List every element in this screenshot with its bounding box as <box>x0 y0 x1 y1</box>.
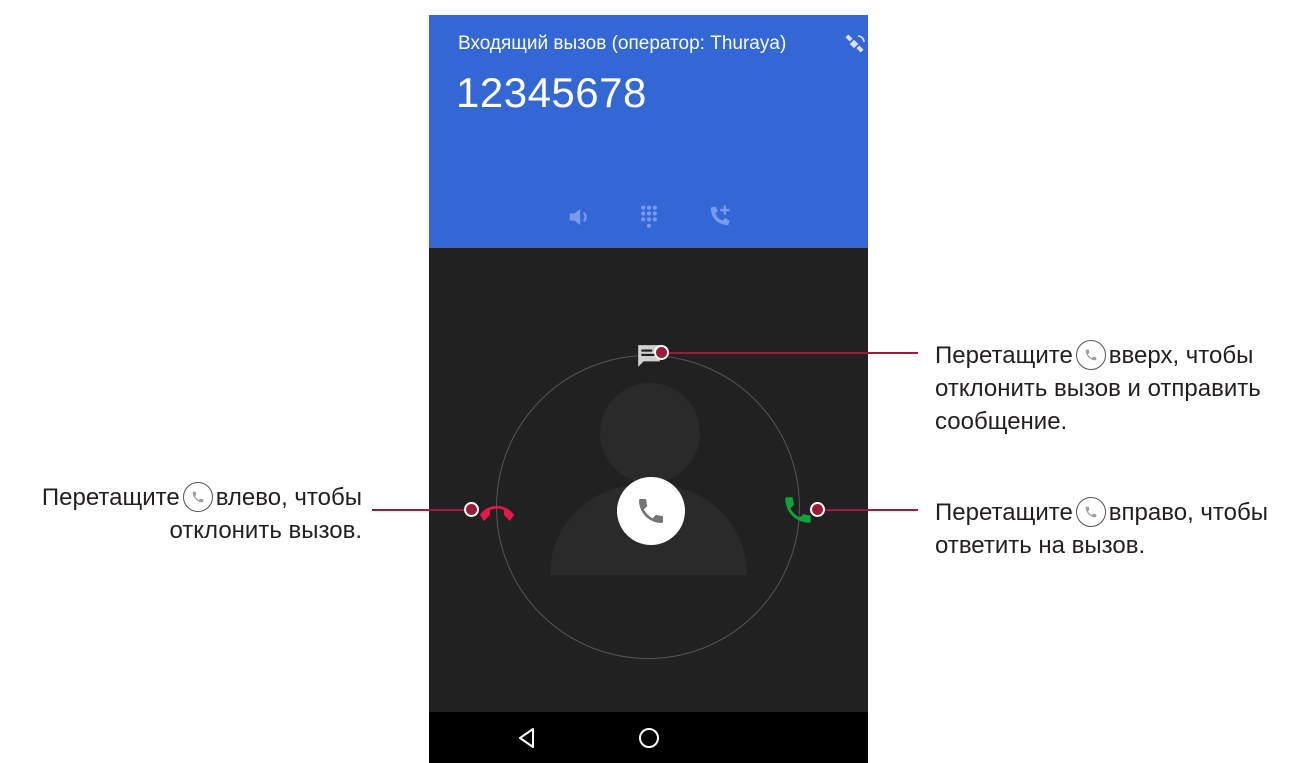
phone-icon <box>182 482 213 512</box>
phone-icon <box>1075 340 1106 370</box>
answer-handle[interactable] <box>617 477 685 545</box>
callout-dot-left <box>464 502 479 517</box>
phone-icon <box>639 499 663 523</box>
callout-dot-top <box>654 345 669 360</box>
home-icon[interactable] <box>637 726 661 750</box>
callout-line-top <box>660 352 918 354</box>
incoming-call-screen: Входящий вызов (оператор: Thuraya) 12345… <box>429 15 868 763</box>
call-status: Входящий вызов (оператор: Thuraya) <box>458 33 787 54</box>
annotation-top-right-line1: Перетащите вверх, чтобы <box>935 340 1254 370</box>
annotation-left: Перетащите влево, чтобы отклонить вызов. <box>0 481 362 547</box>
caller-number: 12345678 <box>456 69 647 116</box>
callout-line-left <box>372 509 472 511</box>
callout-line-right <box>818 509 918 511</box>
avatar <box>600 383 700 483</box>
annotation-top-right: Перетащите вверх, чтобы отклонить вызов и… <box>935 339 1305 438</box>
call-header: Входящий вызов (оператор: Thuraya) 12345… <box>429 15 868 248</box>
satellite-icon <box>845 34 865 53</box>
annotation-right: Перетащите вправо, чтобы ответить на вызо… <box>935 496 1305 562</box>
add-call-icon[interactable] <box>705 203 733 231</box>
speaker-icon[interactable] <box>565 203 593 231</box>
dialpad-icon[interactable] <box>635 203 663 231</box>
navigation-bar <box>429 712 868 763</box>
callout-dot-right <box>810 502 825 517</box>
annotation-left-line1: Перетащите влево, чтобы <box>41 482 362 512</box>
decline-call-icon[interactable] <box>477 497 517 527</box>
annotation-right-line1: Перетащите вправо, чтобы <box>935 497 1268 527</box>
phone-icon <box>1075 497 1106 527</box>
back-icon[interactable] <box>515 726 539 750</box>
